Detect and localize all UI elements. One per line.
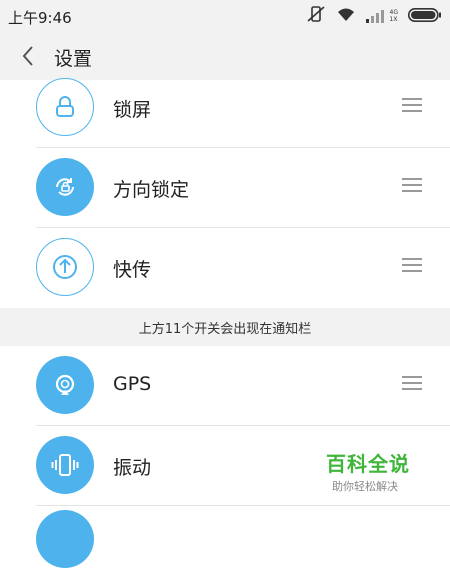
divider [36,505,450,506]
vibrate-toggle[interactable] [36,436,94,494]
mute-vibrate-icon [306,5,326,27]
location-icon [55,374,75,395]
toggle-row-quick-transfer[interactable]: 快传 [0,228,450,308]
rotation-lock-toggle[interactable] [36,158,94,216]
status-icons: 4G 1X [306,6,442,26]
lock-toggle[interactable] [36,78,94,136]
toggle-label: 振动 [113,457,152,479]
toggle-row-lock-screen[interactable]: 锁屏 [0,68,450,148]
lock-icon [56,96,74,117]
battery-icon [408,7,442,26]
watermark-subtitle: 助你轻松解决 [332,480,398,493]
network-type-top: 4G [389,9,398,16]
status-bar: 上午9:46 4G 1X [0,0,450,32]
toggle-label: 快传 [113,259,152,281]
upload-arrow-icon [53,255,77,279]
toggle-row-gps[interactable]: GPS [0,346,450,426]
network-type-bottom: 1X [389,16,398,23]
back-button[interactable] [16,44,40,68]
toggle-row-rotation-lock[interactable]: 方向锁定 [0,148,450,228]
wifi-icon [336,6,356,26]
watermark: 百科全说 助你轻松解决 [326,448,416,494]
drag-handle-icon[interactable] [402,178,422,194]
toggle-label: 锁屏 [113,99,152,121]
next-toggle-partial[interactable] [36,510,94,568]
vibrate-icon [51,454,79,476]
drag-handle-icon[interactable] [402,258,422,274]
page-title: 设置 [54,48,93,70]
toggle-label: 方向锁定 [113,179,190,201]
rotation-lock-icon [56,178,74,196]
section-note-text: 上方11个开关会出现在通知栏 [138,321,312,337]
section-note: 上方11个开关会出现在通知栏 [0,308,450,346]
chevron-left-icon [22,46,33,66]
signal-icon: 4G 1X [365,9,398,23]
quick-transfer-toggle[interactable] [36,238,94,296]
status-time: 上午9:46 [8,9,72,27]
watermark-title: 百科全说 [326,452,410,476]
gps-toggle[interactable] [36,356,94,414]
drag-handle-icon[interactable] [402,376,422,392]
drag-handle-icon[interactable] [402,98,422,114]
toggle-label: GPS [113,373,152,395]
